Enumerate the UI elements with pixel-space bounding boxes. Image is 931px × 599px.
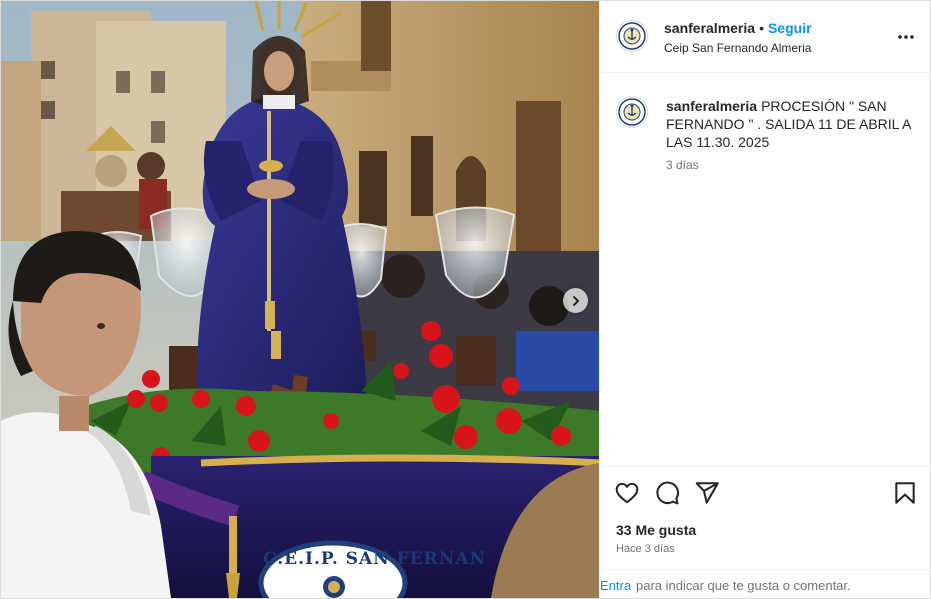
caption-username[interactable]: sanferalmeria [666, 98, 757, 114]
chevron-right-icon [572, 295, 579, 306]
caption-text: sanferalmeria PROCESIÓN " SAN FERNANDO " … [666, 97, 916, 151]
post-header: sanferalmeria • Seguir Ceip San Fernando A… [600, 1, 931, 73]
post-location[interactable]: Ceip San Fernando Almeria [664, 41, 811, 55]
author-avatar[interactable] [616, 20, 648, 52]
separator-dot: • [759, 20, 764, 36]
caption-timestamp[interactable]: 3 días [666, 158, 699, 172]
school-emblem-icon [618, 22, 646, 50]
instagram-post: C.E.I.P. SAN FERNAN sanferalmeria • Seguir… [0, 0, 931, 599]
plaque-text: C.E.I.P. SAN FERNAN [263, 549, 487, 569]
comment-hint: para indicar que te gusta o comentar. [636, 578, 851, 593]
author-username[interactable]: sanferalmeria [664, 20, 755, 36]
save-button[interactable] [892, 480, 918, 506]
likes-count[interactable]: 33 Me gusta [616, 522, 696, 538]
post-time-ago[interactable]: Hace 3 días [616, 543, 675, 555]
caption-avatar[interactable] [616, 96, 648, 128]
school-emblem-icon [618, 98, 646, 126]
send-icon [695, 482, 719, 504]
post-sidebar: sanferalmeria • Seguir Ceip San Fernando A… [599, 1, 931, 599]
next-media-button[interactable] [563, 288, 588, 313]
comment-icon [656, 481, 680, 505]
author-line: sanferalmeria • Seguir [664, 20, 812, 36]
more-horizontal-icon [898, 35, 914, 39]
bookmark-icon [895, 482, 915, 504]
like-button[interactable] [614, 480, 640, 506]
procession-photo [1, 1, 599, 598]
post-actions: 33 Me gusta Hace 3 días [600, 466, 931, 569]
share-button[interactable] [694, 480, 720, 506]
heart-icon [615, 482, 639, 504]
comment-bar: Entra para indicar que te gusta o coment… [600, 569, 931, 599]
follow-button[interactable]: Seguir [768, 20, 812, 36]
login-link[interactable]: Entra [600, 578, 631, 593]
post-media[interactable]: C.E.I.P. SAN FERNAN [1, 1, 599, 598]
comment-button[interactable] [654, 480, 680, 506]
more-options-button[interactable] [896, 27, 916, 47]
